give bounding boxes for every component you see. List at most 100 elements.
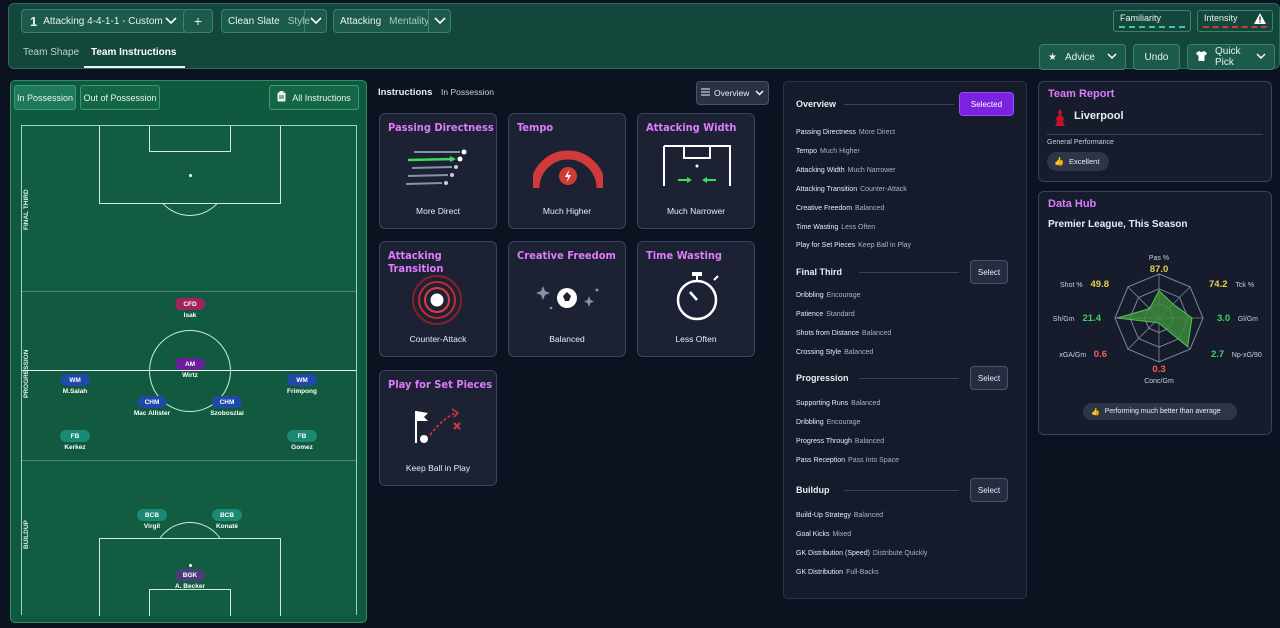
selected-button[interactable]: Selected bbox=[959, 92, 1014, 116]
overview-row[interactable]: Dribbling Encourage bbox=[796, 419, 860, 426]
overview-row[interactable]: Shots from Distance Balanced bbox=[796, 330, 891, 337]
overview-row[interactable]: Build-Up Strategy Balanced bbox=[796, 512, 883, 519]
position-badge[interactable]: WM bbox=[60, 374, 90, 386]
instruction-card-attacking-width[interactable]: Attacking Width Much Narrower bbox=[637, 113, 755, 229]
instruction-card-attacking-transition[interactable]: Attacking Transition Counter-Attack bbox=[379, 241, 497, 357]
row-value: Balanced bbox=[862, 329, 892, 337]
position-badge[interactable]: BCB bbox=[212, 509, 242, 521]
player-name[interactable]: Isak bbox=[184, 312, 197, 319]
row-value: Balanced bbox=[855, 204, 885, 212]
team-report-panel[interactable]: Team Report Liverpool General Performanc… bbox=[1038, 81, 1272, 182]
position-badge[interactable]: CHM bbox=[212, 396, 242, 408]
tactics-screen: 1 Attacking 4-4-1-1 - Custom + Clean Sla… bbox=[0, 0, 1280, 628]
instruction-card-play-for-set-pieces[interactable]: Play for Set Pieces Keep Ball in Play bbox=[379, 370, 497, 486]
position-badge[interactable]: FB bbox=[287, 430, 317, 442]
overview-row[interactable]: Passing Directness More Direct bbox=[796, 129, 895, 136]
position-badge[interactable]: CFD bbox=[175, 298, 205, 310]
player-name[interactable]: Kerkez bbox=[64, 444, 85, 451]
overview-row[interactable]: Tempo Much Higher bbox=[796, 148, 860, 155]
position-badge[interactable]: CHM bbox=[137, 396, 167, 408]
instruction-card-tempo[interactable]: Tempo Much Higher bbox=[508, 113, 626, 229]
row-label: Dribbling bbox=[796, 418, 824, 426]
player-name[interactable]: Mac Allister bbox=[134, 410, 170, 417]
style-selector[interactable]: Clean Slate Style bbox=[221, 9, 327, 33]
position-badge[interactable]: BCB bbox=[137, 509, 167, 521]
select-buildup-button[interactable]: Select bbox=[970, 478, 1008, 502]
radar-label: Gl/Gm bbox=[1238, 316, 1258, 323]
overview-row[interactable]: Pass Reception Pass Into Space bbox=[796, 457, 899, 464]
row-label: Tempo bbox=[796, 147, 818, 155]
quick-pick-button[interactable]: Quick Pick bbox=[1187, 44, 1275, 70]
radar-value: 49.8 bbox=[1091, 279, 1110, 290]
overview-row[interactable]: Creative Freedom Balanced bbox=[796, 205, 884, 212]
advice-label: Advice bbox=[1064, 51, 1095, 63]
row-value: Encourage bbox=[826, 292, 861, 299]
row-label: Dribbling bbox=[796, 292, 824, 299]
overview-row[interactable]: Dribbling Encourage bbox=[796, 292, 860, 299]
advice-button[interactable]: ★ Advice bbox=[1039, 44, 1126, 70]
clipboard-icon bbox=[277, 91, 286, 104]
player-name[interactable]: Virgil bbox=[144, 523, 160, 530]
section-title-final-third: Final Third bbox=[796, 267, 842, 277]
row-label: Shots from Distance bbox=[796, 329, 860, 337]
instructions-header: Instructions In Possession bbox=[378, 87, 494, 98]
position-badge[interactable]: BGK bbox=[175, 569, 205, 581]
position-badge[interactable]: FB bbox=[60, 430, 90, 442]
overview-row[interactable]: Crossing Style Balanced bbox=[796, 349, 873, 356]
divider bbox=[844, 490, 959, 491]
player-name[interactable]: A. Becker bbox=[175, 583, 205, 590]
tab-team-instructions[interactable]: Team Instructions bbox=[91, 47, 176, 58]
radar-value: 87.0 bbox=[1150, 264, 1169, 275]
performance-summary-badge: 👍 Performing much better than average bbox=[1083, 403, 1237, 420]
overview-row[interactable]: Attacking Width Much Narrower bbox=[796, 167, 896, 174]
penalty-spot-top bbox=[189, 174, 192, 177]
divider bbox=[844, 104, 954, 105]
player-name[interactable]: M.Salah bbox=[63, 388, 88, 395]
row-value: Counter-Attack bbox=[860, 185, 907, 193]
mentality-selector[interactable]: Attacking Mentality bbox=[333, 9, 451, 33]
player-name[interactable]: Szoboszlai bbox=[210, 410, 244, 417]
overview-row[interactable]: Goal Kicks Mixed bbox=[796, 531, 851, 538]
overview-row[interactable]: GK Distribution (Speed) Distribute Quickl… bbox=[796, 550, 927, 557]
row-value: Much Higher bbox=[820, 147, 860, 155]
overview-row[interactable]: GK Distribution Full-Backs bbox=[796, 569, 879, 576]
overview-row[interactable]: Time Wasting Less Often bbox=[796, 224, 875, 231]
radar-label: Sh/Gm bbox=[1053, 316, 1075, 323]
data-hub-panel[interactable]: Data Hub Premier League, This Season Pas… bbox=[1038, 191, 1272, 435]
intensity-meter[interactable]: Intensity bbox=[1197, 10, 1273, 32]
instruction-card-passing-directness[interactable]: Passing Directness More Direct bbox=[379, 113, 497, 229]
overview-row[interactable]: Supporting Runs Balanced bbox=[796, 400, 880, 407]
data-hub-title: Data Hub bbox=[1048, 198, 1097, 210]
card-title: Time Wasting bbox=[646, 249, 722, 262]
overview-row[interactable]: Attacking Transition Counter-Attack bbox=[796, 186, 907, 193]
select-final-third-button[interactable]: Select bbox=[970, 260, 1008, 284]
position-badge[interactable]: AM bbox=[175, 358, 205, 370]
row-value: Standard bbox=[826, 310, 855, 318]
player-name[interactable]: Wirtz bbox=[182, 372, 198, 379]
select-progression-button[interactable]: Select bbox=[970, 366, 1008, 390]
player-name[interactable]: Frimpong bbox=[287, 388, 317, 395]
instruction-card-creative-freedom[interactable]: Creative Freedom Balanced bbox=[508, 241, 626, 357]
view-selector-value: Overview bbox=[714, 88, 750, 98]
add-tactic-button[interactable]: + bbox=[183, 9, 213, 33]
tab-in-possession[interactable]: In Possession bbox=[14, 85, 76, 110]
tab-out-of-possession[interactable]: Out of Possession bbox=[80, 85, 160, 110]
data-hub-subtitle: Premier League, This Season bbox=[1048, 219, 1188, 230]
row-value: Balanced bbox=[851, 400, 881, 407]
overview-row[interactable]: Patience Standard bbox=[796, 311, 855, 318]
undo-button[interactable]: Undo bbox=[1133, 44, 1180, 70]
view-selector[interactable]: Overview bbox=[696, 81, 769, 105]
position-badge[interactable]: WM bbox=[287, 374, 317, 386]
instruction-card-time-wasting[interactable]: Time Wasting Less Often bbox=[637, 241, 755, 357]
zone-label-progression: PROGRESSION bbox=[23, 349, 30, 398]
player-name[interactable]: Konaté bbox=[216, 523, 238, 530]
team-name: Liverpool bbox=[1074, 110, 1124, 122]
tab-team-shape[interactable]: Team Shape bbox=[23, 47, 79, 58]
familiarity-meter[interactable]: Familiarity bbox=[1113, 10, 1191, 32]
tactic-selector[interactable]: 1 Attacking 4-4-1-1 - Custom bbox=[21, 9, 187, 33]
overview-row[interactable]: Progress Through Balanced bbox=[796, 438, 884, 445]
overview-row[interactable]: Play for Set Pieces Keep Ball in Play bbox=[796, 242, 911, 249]
player-name[interactable]: Gomez bbox=[291, 444, 313, 451]
all-instructions-button[interactable]: All Instructions bbox=[269, 85, 359, 110]
row-value: Balanced bbox=[844, 348, 874, 356]
